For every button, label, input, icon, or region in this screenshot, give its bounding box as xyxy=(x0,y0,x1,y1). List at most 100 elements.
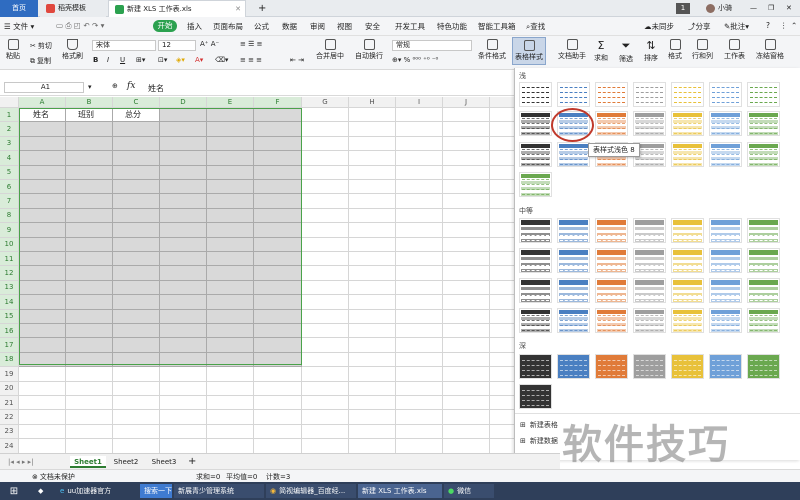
minimize-button[interactable]: — xyxy=(744,0,763,17)
grid-cell[interactable] xyxy=(207,439,254,453)
grid-cell[interactable] xyxy=(443,309,490,324)
grid-cell[interactable] xyxy=(490,194,515,209)
worksheet-button[interactable]: 工作表 xyxy=(724,39,745,61)
grid-cell[interactable] xyxy=(66,439,113,453)
new-pivot-style-button[interactable]: ⊞ 新建数据 xyxy=(520,436,558,446)
grid-cell[interactable] xyxy=(66,324,113,339)
grid-cell[interactable] xyxy=(443,424,490,440)
grid-cell[interactable] xyxy=(207,396,254,411)
grid-cell[interactable] xyxy=(349,108,396,123)
doc-helper-button[interactable]: 文档助手 xyxy=(558,39,586,61)
row-header[interactable]: 6 xyxy=(0,180,19,195)
grid-cell[interactable] xyxy=(254,367,302,382)
grid-cell[interactable] xyxy=(160,151,207,166)
grid-cell[interactable] xyxy=(207,223,254,238)
grid-cell[interactable] xyxy=(490,108,515,123)
grid-cell[interactable] xyxy=(160,266,207,281)
grid-cell[interactable] xyxy=(160,295,207,310)
grid-cell[interactable] xyxy=(19,367,66,382)
grid-cell[interactable] xyxy=(207,208,254,224)
grid-cell[interactable] xyxy=(113,237,160,252)
new-table-style-button[interactable]: ⊞ 新建表格 xyxy=(520,420,558,430)
table-style-medium[interactable] xyxy=(557,308,590,333)
grid-cell[interactable] xyxy=(66,396,113,411)
grid-cell[interactable] xyxy=(302,194,349,209)
grid-cell[interactable] xyxy=(349,151,396,166)
grid-cell[interactable] xyxy=(66,151,113,166)
select-all-corner[interactable] xyxy=(0,97,19,108)
grid-cell[interactable] xyxy=(254,424,302,440)
grid-cell[interactable] xyxy=(254,223,302,238)
table-style-medium[interactable] xyxy=(709,308,742,333)
grid-cell[interactable] xyxy=(113,208,160,224)
grid-cell[interactable] xyxy=(66,266,113,281)
grid-cell[interactable] xyxy=(349,252,396,267)
bold-button[interactable]: B xyxy=(93,56,98,64)
grid-cell[interactable] xyxy=(19,122,66,137)
cut-button[interactable]: ✂ 剪切 xyxy=(30,41,52,51)
column-header-d[interactable]: D xyxy=(160,97,207,108)
grid-cell[interactable] xyxy=(396,165,443,180)
grid-cell[interactable] xyxy=(396,180,443,195)
table-style-dark[interactable] xyxy=(633,354,666,379)
grid-cell[interactable] xyxy=(302,439,349,453)
grid-cell[interactable] xyxy=(490,425,515,440)
grid-cell[interactable] xyxy=(349,410,396,425)
grid-cell[interactable] xyxy=(302,122,349,137)
row-header[interactable]: 17 xyxy=(0,338,19,353)
table-style-medium[interactable] xyxy=(557,248,590,273)
menu-review[interactable]: 审阅 xyxy=(310,21,325,32)
table-style-medium[interactable] xyxy=(671,218,704,243)
paste-button[interactable]: 粘贴 xyxy=(6,39,20,61)
table-style-light[interactable] xyxy=(709,82,742,107)
table-style-medium[interactable] xyxy=(595,248,628,273)
grid-cell[interactable] xyxy=(207,194,254,209)
grid-cell[interactable] xyxy=(66,165,113,180)
grid-cell[interactable] xyxy=(160,108,207,123)
grid-cell[interactable] xyxy=(207,151,254,166)
grid-cell[interactable] xyxy=(66,194,113,209)
grid-cell[interactable] xyxy=(207,381,254,396)
grid-cell[interactable] xyxy=(66,367,113,382)
row-header[interactable]: 15 xyxy=(0,309,19,324)
grid-cell[interactable] xyxy=(160,309,207,324)
grid-cell[interactable] xyxy=(160,252,207,267)
grid-cell[interactable] xyxy=(19,252,66,267)
grid-cell[interactable] xyxy=(349,165,396,180)
table-style-medium[interactable] xyxy=(671,248,704,273)
grid-cell[interactable] xyxy=(490,209,515,224)
grid-cell[interactable] xyxy=(66,295,113,310)
grid-cell[interactable] xyxy=(254,352,302,368)
row-header[interactable]: 1 xyxy=(0,108,19,123)
grid-cell[interactable] xyxy=(443,180,490,195)
start-menu-button[interactable]: ⊞ xyxy=(4,484,24,498)
grid-cell[interactable] xyxy=(160,208,207,224)
grid-cell[interactable] xyxy=(254,252,302,267)
grid-cell[interactable] xyxy=(396,295,443,310)
grid-cell[interactable] xyxy=(19,338,66,353)
grid-cell[interactable] xyxy=(396,151,443,166)
grid-cell[interactable] xyxy=(113,439,160,453)
grid-cell[interactable] xyxy=(66,252,113,267)
grid-cell[interactable] xyxy=(113,223,160,238)
grid-cell[interactable] xyxy=(19,223,66,238)
grid-cell[interactable] xyxy=(302,424,349,440)
table-style-light[interactable] xyxy=(671,142,704,167)
row-header[interactable]: 21 xyxy=(0,396,19,411)
font-color-button[interactable]: A▾ xyxy=(195,56,203,64)
row-header[interactable]: 12 xyxy=(0,266,19,281)
grid-cell[interactable] xyxy=(113,381,160,396)
table-style-medium[interactable] xyxy=(633,218,666,243)
format-painter-button[interactable]: 格式刷 xyxy=(62,39,83,61)
table-style-light[interactable] xyxy=(519,172,552,197)
row-header[interactable]: 3 xyxy=(0,136,19,152)
indent-buttons[interactable]: ⇤ ⇥ xyxy=(290,56,304,64)
grid-cell[interactable] xyxy=(302,180,349,195)
grid-cell[interactable] xyxy=(396,136,443,152)
grid-cell[interactable] xyxy=(302,252,349,267)
underline-button[interactable]: U xyxy=(120,56,125,64)
grid-cell[interactable] xyxy=(19,352,66,368)
grid-cell[interactable] xyxy=(19,266,66,281)
table-style-medium[interactable] xyxy=(747,278,780,303)
menu-start[interactable]: 开始 xyxy=(153,20,177,32)
